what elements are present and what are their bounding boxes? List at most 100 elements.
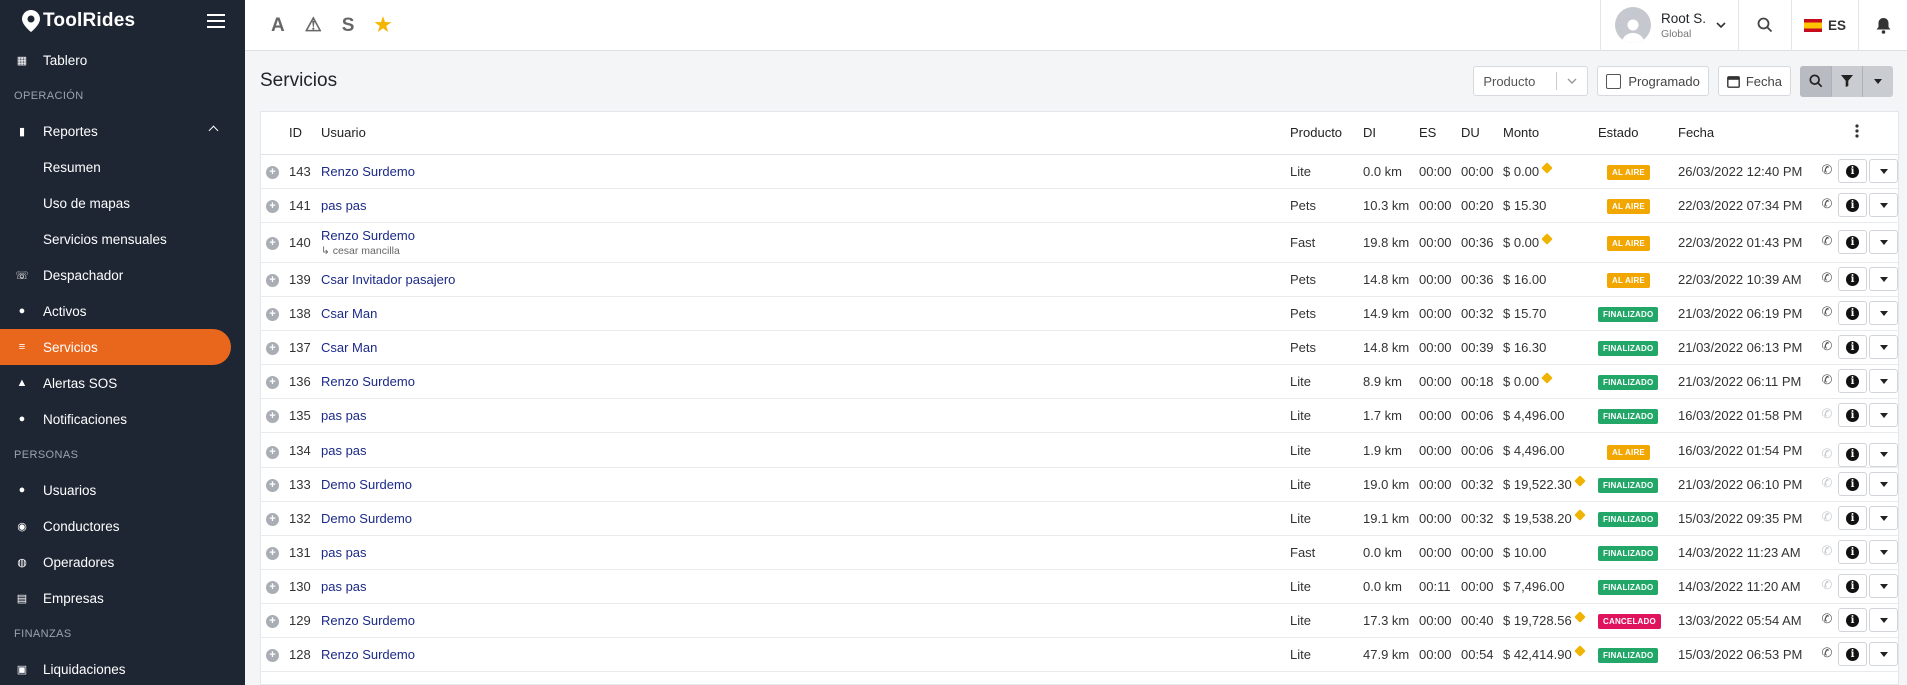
sidebar-item-conductores[interactable]: ◉ Conductores [0,508,245,544]
row-actions-dropdown[interactable] [1869,230,1898,254]
user-menu[interactable]: Root S. Global [1601,0,1738,51]
row-actions-dropdown[interactable] [1869,193,1898,217]
table-row[interactable]: +138 Csar Man Pets 14.9 km 00:00 00:32 $ 15.70… [261,296,1898,331]
user-link[interactable]: Demo Surdemo [321,477,412,492]
table-row[interactable]: +141 pas pas Pets 10.3 km 00:00 00:20 $ 15.30 A… [261,188,1898,223]
phone-call-icon[interactable]: ✆ [1816,372,1838,388]
info-button[interactable]: i [1838,159,1867,183]
sidebar-item-activos[interactable]: ● Activos [0,293,245,329]
expand-row-icon[interactable]: + [266,410,279,423]
col-id[interactable]: ID [289,112,321,155]
col-monto[interactable]: Monto [1503,112,1598,155]
expand-row-icon[interactable]: + [266,237,279,250]
user-link[interactable]: pas pas [321,408,367,423]
phone-call-icon[interactable]: ✆ [1816,196,1838,212]
sidebar-item-empresas[interactable]: ▤ Empresas [0,580,245,616]
sidebar-item-tablero[interactable]: ▦ Tablero [0,42,245,78]
sidebar-item-liquidaciones[interactable]: ▣ Liquidaciones [0,651,245,685]
table-row[interactable]: +133 Demo Surdemo Lite 19.0 km 00:00 00:32 $ 1… [261,467,1898,502]
phone-call-icon[interactable]: ✆ [1816,233,1838,249]
info-button[interactable]: i [1838,230,1867,254]
user-link[interactable]: pas pas [321,443,367,458]
filter-button[interactable] [1831,65,1862,97]
table-row[interactable]: +135 pas pas Lite 1.7 km 00:00 00:06 $ 4,496.0… [261,398,1898,433]
row-actions-dropdown[interactable] [1869,574,1898,598]
table-row[interactable]: +128 Renzo Surdemo Lite 47.9 km 00:00 00:54 $ … [261,637,1898,672]
expand-row-icon[interactable]: + [266,649,279,662]
date-filter-button[interactable]: Fecha [1717,66,1791,96]
expand-row-icon[interactable]: + [266,274,279,287]
user-link[interactable]: pas pas [321,579,367,594]
row-actions-dropdown[interactable] [1869,540,1898,564]
phone-call-icon[interactable]: ✆ [1816,611,1838,627]
hamburger-menu-icon[interactable] [207,14,225,28]
row-actions-dropdown[interactable] [1869,301,1898,325]
col-fecha[interactable]: Fecha [1678,112,1816,155]
info-button[interactable]: i [1838,335,1867,359]
programado-checkbox[interactable]: Programado [1597,66,1709,96]
info-button[interactable]: i [1838,369,1867,393]
sidebar-item-notificaciones[interactable]: ● Notificaciones [0,401,245,437]
info-button[interactable]: i [1838,267,1867,291]
row-actions-dropdown[interactable] [1869,442,1898,466]
table-row[interactable]: +134 pas pas Lite 1.9 km 00:00 00:06 $ 4,496.0… [261,432,1898,468]
sidebar-item-alertas-sos[interactable]: ▲ Alertas SOS [0,365,245,401]
info-button[interactable]: i [1838,403,1867,427]
info-button[interactable]: i [1838,506,1867,530]
phone-call-icon[interactable]: ✆ [1816,304,1838,320]
phone-call-icon[interactable]: ✆ [1816,645,1838,661]
user-link[interactable]: Renzo Surdemo [321,164,415,179]
info-button[interactable]: i [1838,574,1867,598]
filter-dropdown-button[interactable] [1862,65,1893,97]
user-link[interactable]: Renzo Surdemo [321,647,415,662]
info-button[interactable]: i [1838,608,1867,632]
table-row[interactable]: +131 pas pas Fast 0.0 km 00:00 00:00 $ 10.00 FI… [261,535,1898,570]
col-estado[interactable]: Estado [1598,112,1678,155]
col-du[interactable]: DU [1461,112,1503,155]
row-actions-dropdown[interactable] [1869,642,1898,666]
row-actions-dropdown[interactable] [1869,472,1898,496]
letter-s-icon[interactable]: S [342,16,355,35]
star-icon[interactable]: ★ [374,16,391,35]
checkbox-box[interactable] [1606,73,1622,89]
warning-icon[interactable]: ⚠ [305,16,322,35]
user-link[interactable]: Csar Man [321,306,377,321]
expand-row-icon[interactable]: + [266,479,279,492]
row-actions-dropdown[interactable] [1869,403,1898,427]
table-row[interactable]: +137 Csar Man Pets 14.8 km 00:00 00:39 $ 16.30… [261,330,1898,365]
expand-row-icon[interactable]: + [266,166,279,179]
table-row[interactable]: +136 Renzo Surdemo Lite 8.9 km 00:00 00:18 $ 0… [261,364,1898,399]
table-row[interactable]: +130 pas pas Lite 0.0 km 00:11 00:00 $ 7,496.0… [261,569,1898,604]
expand-row-icon[interactable]: + [266,513,279,526]
row-actions-dropdown[interactable] [1869,159,1898,183]
row-actions-dropdown[interactable] [1869,608,1898,632]
expand-row-icon[interactable]: + [266,581,279,594]
sidebar-item-servicios[interactable]: ≡ Servicios [0,329,231,365]
table-row[interactable]: +129 Renzo Surdemo Lite 17.3 km 00:00 00:40 $ … [261,603,1898,638]
info-button[interactable]: i [1838,642,1867,666]
user-link[interactable]: Renzo Surdemo [321,374,415,389]
sidebar-item-reportes[interactable]: ▮ Reportes [0,113,245,149]
info-button[interactable]: i [1838,301,1867,325]
expand-row-icon[interactable]: + [266,445,279,459]
user-link[interactable]: pas pas [321,545,367,560]
product-select[interactable]: Producto [1473,66,1589,96]
expand-row-icon[interactable]: + [266,376,279,389]
expand-row-icon[interactable]: + [266,200,279,213]
user-link[interactable]: Renzo Surdemo [321,613,415,628]
phone-call-icon[interactable]: ✆ [1816,270,1838,286]
expand-row-icon[interactable]: + [266,342,279,355]
table-row[interactable]: +143 Renzo Surdemo Lite 0.0 km 00:00 00:00 $ 0… [261,154,1898,189]
phone-call-icon[interactable]: ✆ [1816,338,1838,354]
user-link[interactable]: pas pas [321,198,367,213]
table-row[interactable]: +140 Renzo Surdemo ↳ cesar mancilla Fast 19.… [261,222,1898,263]
expand-row-icon[interactable]: + [266,308,279,321]
sidebar-item-operadores[interactable]: ◍ Operadores [0,544,245,580]
user-link[interactable]: Csar Invitador pasajero [321,272,455,287]
sidebar-item-resumen[interactable]: Resumen [0,149,245,185]
notifications-button[interactable] [1859,0,1907,51]
info-button[interactable]: i [1838,540,1867,564]
search-button[interactable] [1739,0,1791,51]
sidebar-item-servicios-mensuales[interactable]: Servicios mensuales [0,221,245,257]
col-es[interactable]: ES [1419,112,1461,155]
